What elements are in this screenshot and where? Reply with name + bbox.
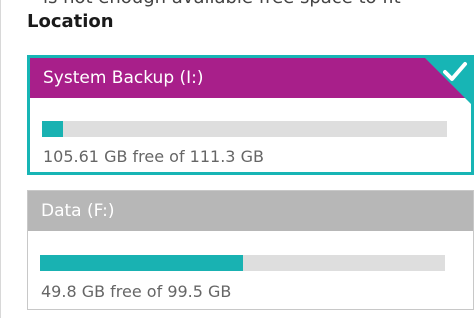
backup-location-panel: is not enough available free space to fi… — [0, 0, 474, 318]
drive-option-system-backup[interactable]: System Backup (I:) 105.61 GB free of 111… — [27, 55, 474, 175]
free-space-text: 105.61 GB free of 111.3 GB — [43, 147, 264, 166]
drive-label: Data (F:) — [28, 191, 473, 231]
drive-option-data[interactable]: Data (F:) 49.8 GB free of 99.5 GB — [27, 190, 474, 310]
free-space-text: 49.8 GB free of 99.5 GB — [41, 282, 232, 301]
storage-usage-bar — [42, 121, 447, 137]
checkmark-icon — [424, 58, 471, 105]
space-warning-text: is not enough available free space to fi… — [43, 0, 463, 8]
storage-used-fill — [42, 121, 63, 137]
storage-usage-bar — [40, 255, 445, 271]
drive-label: System Backup (I:) — [30, 58, 471, 98]
storage-used-fill — [40, 255, 243, 271]
location-heading: Location — [27, 11, 114, 32]
panel-left-border — [0, 0, 10, 318]
